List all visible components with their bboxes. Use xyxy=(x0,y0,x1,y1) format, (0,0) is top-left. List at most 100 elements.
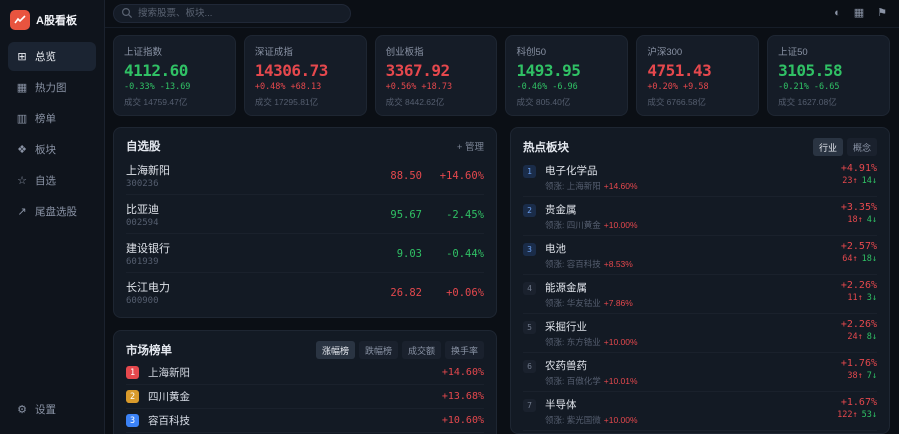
rank-badge: 1 xyxy=(126,366,139,379)
main-area: ◐ ▦ ⚑ 上证指数 4112.60 -0.33%-13.69 成交 14759… xyxy=(105,0,899,434)
ranking-row[interactable]: 2 四川黄金+13.68% xyxy=(126,385,484,409)
ranking-title: 市场榜单 xyxy=(126,342,172,358)
leader-stock: 百傲化学 xyxy=(567,376,601,386)
calendar-icon[interactable]: ▦ xyxy=(854,8,864,19)
stock-change: -0.44% xyxy=(436,248,484,260)
index-card-shanghai[interactable]: 上证指数 4112.60 -0.33%-13.69 成交 14759.47亿 xyxy=(113,35,236,116)
index-volume: 成交 17295.81亿 xyxy=(255,96,356,108)
sector-row[interactable]: 1 电子化学品 领涨: 上海新阳+14.60% +4.91% 23↑14↓ xyxy=(523,158,877,197)
index-value: 1493.95 xyxy=(516,61,617,80)
sector-rank-badge: 3 xyxy=(523,243,536,256)
sector-row[interactable]: 3 电池 领涨: 容百科技+8.53% +2.57% 64↑18↓ xyxy=(523,236,877,275)
leader-stock: 华友钴业 xyxy=(567,298,601,308)
sidebar-nav: ⊞ 总览 ▦ 热力图 ▥ 榜单 ❖ 板块 ☆ 自选 ↗ 尾盘选股 xyxy=(8,42,96,226)
sector-row[interactable]: 6 农药兽药 领涨: 百傲化学+10.01% +1.76% 38↑7↓ xyxy=(523,353,877,392)
watchlist-row[interactable]: 建设银行601939 9.03-0.44% xyxy=(126,234,484,273)
stock-change: +0.06% xyxy=(436,287,484,299)
watchlist-row[interactable]: 比亚迪002594 95.67-2.45% xyxy=(126,195,484,234)
app-title: A股看板 xyxy=(36,12,77,28)
watchlist-title: 自选股 xyxy=(126,138,161,154)
trend-arrow-icon: ↗ xyxy=(16,205,28,218)
leader-stock: 紫光国微 xyxy=(567,415,601,425)
leader-stock: 容百科技 xyxy=(567,259,601,269)
stock-price: 9.03 xyxy=(397,248,422,260)
tab-turnover-rate[interactable]: 换手率 xyxy=(445,341,484,359)
watchlist-row[interactable]: 上海新阳300236 88.50+14.60% xyxy=(126,156,484,195)
sidebar-item-watchlist[interactable]: ☆ 自选 xyxy=(8,166,96,195)
overview-icon: ⊞ xyxy=(16,50,28,63)
sector-row[interactable]: 5 采掘行业 领涨: 东方锆业+10.00% +2.26% 24↑8↓ xyxy=(523,314,877,353)
index-volume: 成交 1627.08亿 xyxy=(778,96,879,108)
sector-rank-badge: 5 xyxy=(523,321,536,334)
index-card-csi300[interactable]: 沪深300 4751.43 +0.20%+9.58 成交 6766.58亿 xyxy=(636,35,759,116)
rank-badge: 3 xyxy=(126,414,139,427)
sector-row[interactable]: 7 半导体 领涨: 紫光国微+10.00% +1.67% 122↑53↓ xyxy=(523,392,877,431)
watchlist-panel: 自选股 + 管理 上海新阳300236 88.50+14.60% 比亚迪0025… xyxy=(113,127,497,318)
index-volume: 成交 6766.58亿 xyxy=(647,96,748,108)
index-value: 4112.60 xyxy=(124,61,225,80)
sidebar-item-heatmap[interactable]: ▦ 热力图 xyxy=(8,73,96,102)
gear-icon: ⚙ xyxy=(16,403,28,416)
app-root: A股看板 ⊞ 总览 ▦ 热力图 ▥ 榜单 ❖ 板块 ☆ 自选 xyxy=(0,0,899,434)
index-volume: 成交 805.40亿 xyxy=(516,96,617,108)
sector-rank-badge: 7 xyxy=(523,399,536,412)
manage-watchlist-button[interactable]: + 管理 xyxy=(457,139,484,153)
index-card-chinext[interactable]: 创业板指 3367.92 +0.56%+18.73 成交 8442.62亿 xyxy=(375,35,498,116)
sector-rank-badge: 2 xyxy=(523,204,536,217)
ranking-row[interactable]: 3 容百科技+10.60% xyxy=(126,409,484,433)
index-volume: 成交 8442.62亿 xyxy=(386,96,487,108)
sidebar-item-late-session[interactable]: ↗ 尾盘选股 xyxy=(8,197,96,226)
stock-change: +14.60% xyxy=(436,170,484,182)
ranking-icon: ▥ xyxy=(16,112,28,125)
stock-price: 95.67 xyxy=(390,209,422,221)
stock-price: 26.82 xyxy=(390,287,422,299)
ranking-row[interactable]: 1 上海新阳+14.60% xyxy=(126,361,484,385)
star-icon: ☆ xyxy=(16,174,28,187)
watchlist-row[interactable]: 长江电力600900 26.82+0.06% xyxy=(126,273,484,311)
sidebar-item-overview[interactable]: ⊞ 总览 xyxy=(8,42,96,71)
sector-rank-badge: 4 xyxy=(523,282,536,295)
index-card-sse50[interactable]: 上证50 3105.58 -0.21%-6.65 成交 1627.08亿 xyxy=(767,35,890,116)
search-bar xyxy=(113,4,351,23)
logo-chart-icon xyxy=(10,10,30,30)
index-value: 3367.92 xyxy=(386,61,487,80)
sidebar-item-sectors[interactable]: ❖ 板块 xyxy=(8,135,96,164)
sectors-title: 热点板块 xyxy=(523,139,569,155)
tab-concept[interactable]: 概念 xyxy=(847,138,877,156)
heatmap-icon: ▦ xyxy=(16,81,28,94)
index-value: 3105.58 xyxy=(778,61,879,80)
tab-losers[interactable]: 跌幅榜 xyxy=(359,341,398,359)
sector-row[interactable]: 4 能源金属 领涨: 华友钴业+7.86% +2.26% 11↑3↓ xyxy=(523,275,877,314)
index-volume: 成交 14759.47亿 xyxy=(124,96,225,108)
index-value: 14306.73 xyxy=(255,61,356,80)
app-logo: A股看板 xyxy=(8,8,96,42)
leader-stock: 东方锆业 xyxy=(567,337,601,347)
sector-row[interactable]: 2 贵金属 领涨: 四川黄金+10.00% +3.35% 18↑4↓ xyxy=(523,197,877,236)
search-icon xyxy=(121,7,133,19)
tab-gainers[interactable]: 涨幅榜 xyxy=(316,341,355,359)
index-value: 4751.43 xyxy=(647,61,748,80)
hot-sectors-panel: 热点板块 行业 概念 1 电子化学品 领涨: 上海新阳+14.60% +4.91… xyxy=(510,127,890,434)
content: 上证指数 4112.60 -0.33%-13.69 成交 14759.47亿 深… xyxy=(105,28,899,434)
index-card-star50[interactable]: 科创50 1493.95 -0.46%-6.96 成交 805.40亿 xyxy=(505,35,628,116)
ranking-panel: 市场榜单 涨幅榜 跌幅榜 成交额 换手率 1 上海新阳+14.60% xyxy=(113,330,497,434)
leader-stock: 上海新阳 xyxy=(567,181,601,191)
sector-rank-badge: 6 xyxy=(523,360,536,373)
search-input[interactable] xyxy=(113,4,351,23)
bookmark-icon[interactable]: ⚑ xyxy=(877,8,887,19)
stock-price: 88.50 xyxy=(390,170,422,182)
sidebar-item-settings[interactable]: ⚙ 设置 xyxy=(8,395,96,424)
topbar: ◐ ▦ ⚑ xyxy=(105,0,899,28)
rank-badge: 2 xyxy=(126,390,139,403)
topbar-icons: ◐ ▦ ⚑ xyxy=(834,8,887,19)
sidebar: A股看板 ⊞ 总览 ▦ 热力图 ▥ 榜单 ❖ 板块 ☆ 自选 xyxy=(0,0,105,434)
tab-turnover[interactable]: 成交额 xyxy=(402,341,441,359)
sidebar-item-ranking[interactable]: ▥ 榜单 xyxy=(8,104,96,133)
sector-rank-badge: 1 xyxy=(523,165,536,178)
index-card-shenzhen[interactable]: 深证成指 14306.73 +0.48%+68.13 成交 17295.81亿 xyxy=(244,35,367,116)
theme-toggle-icon[interactable]: ◐ xyxy=(834,8,841,19)
index-cards: 上证指数 4112.60 -0.33%-13.69 成交 14759.47亿 深… xyxy=(113,35,890,116)
sectors-icon: ❖ xyxy=(16,143,28,156)
tab-industry[interactable]: 行业 xyxy=(813,138,843,156)
leader-stock: 四川黄金 xyxy=(567,220,601,230)
